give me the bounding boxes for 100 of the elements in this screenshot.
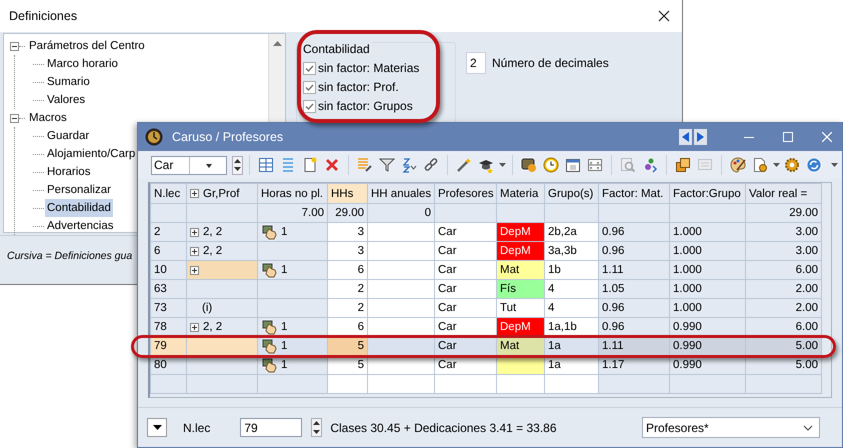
table-row[interactable]: 6 2, 2 3 Car DepM 3a,3b 0.96 1.000 3.00	[150, 242, 822, 260]
dialog-title: Definiciones	[9, 9, 78, 23]
column-header[interactable]: Gr,Prof	[186, 184, 258, 204]
table-cell: 3.00	[746, 222, 822, 242]
tree-item[interactable]: Contabilidad	[45, 199, 113, 217]
field-label: Número de decimales	[492, 55, 609, 70]
table-cell: Car	[434, 298, 496, 318]
table-cell: 6	[150, 242, 186, 260]
table-cell: 3	[328, 242, 368, 260]
checkbox-label: sin factor: Materias	[318, 61, 420, 75]
column-header[interactable]: Materia	[496, 184, 544, 204]
table-row[interactable]: 80 1 5 Car 1a 1.17 0.990 5.00	[150, 356, 822, 374]
table-cell: 73	[150, 298, 186, 318]
total-value: 29.00	[335, 207, 364, 219]
total-value: 0	[424, 207, 431, 219]
column-header[interactable]: N.lec	[150, 184, 186, 204]
column-header[interactable]: Horas no pl.	[258, 184, 328, 204]
number-field[interactable]: 2	[466, 52, 486, 74]
table-row[interactable]: 73 (i) 2 Car Tut 4 0.96 1.000 2.00	[150, 298, 822, 318]
table-cell: Mat	[496, 260, 544, 280]
field-label: N.lec	[183, 420, 210, 434]
table-cell: DepM	[496, 242, 544, 260]
expand-icon	[190, 322, 199, 332]
table-cell: 0.96	[598, 298, 670, 318]
spinner[interactable]	[232, 156, 243, 174]
table-cell: DepM	[496, 222, 544, 242]
table-row[interactable]: 2 2, 2 1 3 Car DepM 2b,2a 0.96 1.000 3.00	[150, 222, 822, 242]
view-combo[interactable]: Profesores*	[642, 417, 820, 438]
filter-combo[interactable]: Car	[151, 156, 227, 174]
table-cell: Tut	[496, 298, 544, 318]
tree-item[interactable]: Valores	[45, 91, 88, 109]
table-cell: (i)	[186, 298, 258, 318]
hand-icon	[261, 319, 277, 335]
tree-item[interactable]: Sumario	[45, 73, 92, 91]
previous-button[interactable]	[679, 129, 692, 145]
table-cell: 63	[150, 280, 186, 298]
table-cell: 1	[258, 260, 328, 280]
column-header[interactable]: HHs	[328, 184, 368, 204]
table-cell: Car	[434, 260, 496, 280]
hand-icon	[261, 262, 277, 278]
dropdown-button[interactable]	[147, 418, 167, 437]
column-header[interactable]: Factor: Mat.	[598, 184, 670, 204]
group-title: Contabilidad	[301, 42, 372, 56]
hand-icon	[261, 338, 277, 354]
table-row[interactable]: 63 2 Car Fís 4 1.05 1.000 2.00	[150, 280, 822, 298]
table-cell: 1.11	[598, 260, 670, 280]
tree-item[interactable]: Macros	[27, 109, 69, 127]
tree-item[interactable]: Personalizar	[45, 181, 113, 199]
table-cell: 2	[150, 222, 186, 242]
table-row[interactable]: 10 1 6 Car Mat 1b 1.11 1.000 6.00	[150, 260, 822, 280]
table-cell: 2.00	[746, 298, 822, 318]
window-title: Caruso / Profesores	[172, 130, 284, 144]
table-cell: Car	[434, 222, 496, 242]
tree-item[interactable]: Marco horario	[45, 55, 120, 73]
column-header[interactable]: Profesores	[434, 184, 496, 204]
column-header[interactable]: Factor:Grupo	[670, 184, 746, 204]
number-field[interactable]: 79	[240, 418, 302, 437]
tree-item[interactable]: Parámetros del Centro	[27, 37, 147, 55]
column-header[interactable]: Valor real =	[746, 184, 822, 204]
total-value: 7.00	[302, 207, 324, 219]
table-row[interactable]: 79 1 5 Car Mat 1a 1.11 0.990 5.00	[150, 336, 822, 356]
table-cell: 1.000	[670, 260, 746, 280]
next-button[interactable]	[694, 129, 707, 145]
table-cell: 1	[258, 222, 328, 242]
table-cell: 1.000	[670, 222, 746, 242]
table-cell: Car	[434, 242, 496, 260]
table-cell: 1.000	[670, 298, 746, 318]
table-cell: 2	[328, 280, 368, 298]
caret-icon	[152, 425, 162, 430]
expand-icon	[190, 266, 199, 274]
total-value: 29.00	[789, 207, 818, 219]
column-header[interactable]: HH anuales	[368, 184, 434, 204]
table-cell: 0.96	[598, 222, 670, 242]
checkbox[interactable]	[303, 62, 316, 74]
spinner[interactable]	[311, 418, 322, 437]
table-cell: 3.00	[746, 242, 822, 260]
close-icon	[658, 10, 670, 22]
chevron-icon	[803, 424, 813, 430]
clock-icon	[145, 128, 163, 146]
table-row[interactable]: 78 2, 2 1 6 Car DepM 1a,1b 0.96 0.990 6.00	[150, 318, 822, 336]
tree-item[interactable]: Guardar	[45, 127, 92, 145]
tree-item[interactable]: Horarios	[45, 163, 92, 181]
table-cell: 4	[544, 298, 598, 318]
tree-item[interactable]: Alojamiento/Carp	[45, 145, 138, 163]
checkbox[interactable]	[303, 80, 316, 94]
table-cell: 0.96	[598, 242, 670, 260]
table-cell: 2b,2a	[544, 222, 598, 242]
close-icon	[822, 132, 832, 142]
hand-icon	[261, 357, 277, 373]
table-cell: 10	[150, 260, 186, 280]
table-cell: 2, 2	[186, 242, 258, 260]
scroll-up-icon	[272, 40, 282, 46]
table-cell: 4	[544, 280, 598, 298]
checkbox[interactable]	[303, 100, 316, 112]
summary-text: Clases 30.45 + Dedicaciones 3.41 = 33.86	[330, 420, 558, 434]
tree-item[interactable]: Advertencias	[45, 217, 116, 235]
maximize-icon	[783, 132, 793, 142]
column-header[interactable]: Grupo(s)	[544, 184, 598, 204]
table-cell: Car	[434, 280, 496, 298]
table-cell: 2, 2	[186, 222, 258, 242]
